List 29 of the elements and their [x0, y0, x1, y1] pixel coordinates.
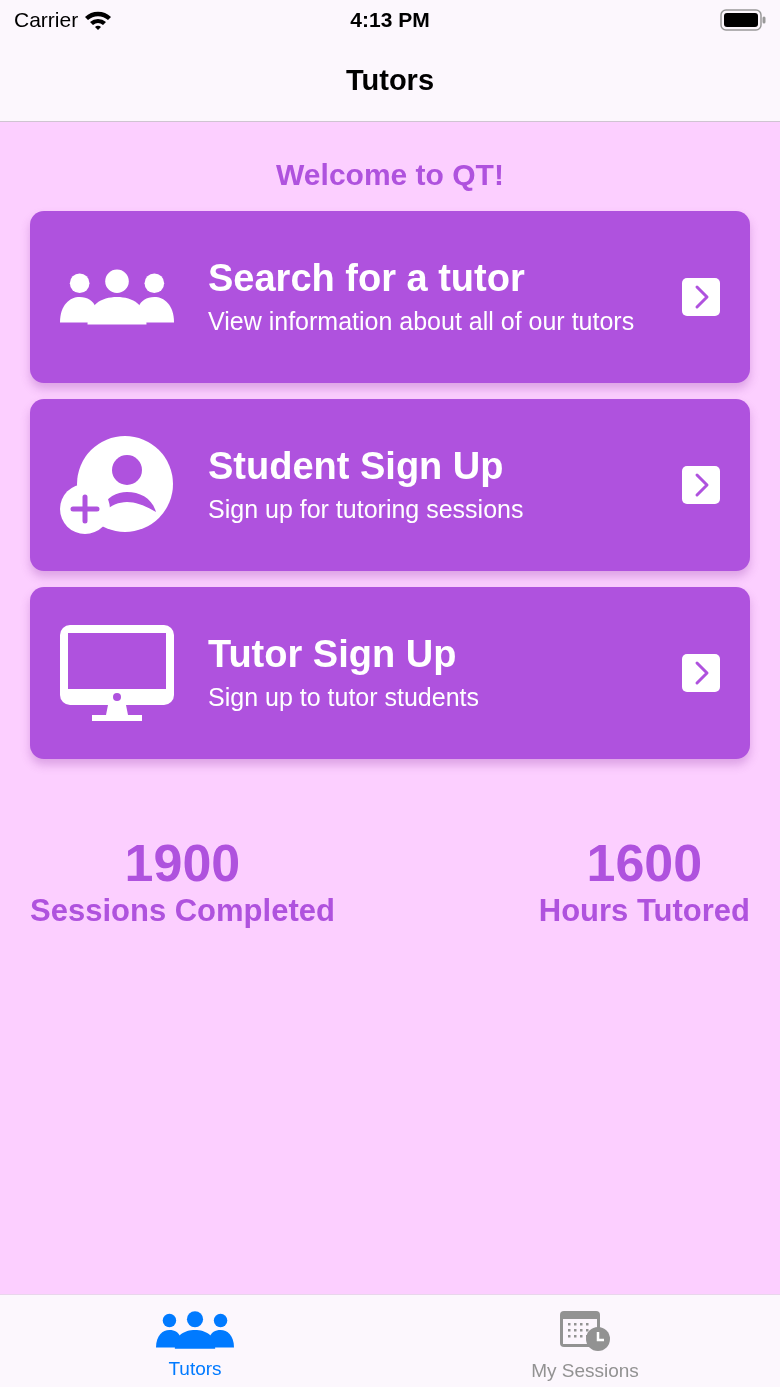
- nav-title: Tutors: [345, 62, 435, 98]
- group-icon: [60, 269, 174, 325]
- menu-card[interactable]: Student Sign Up Sign up for tutoring sessions: [30, 399, 750, 571]
- stat-label: Hours Tutored: [538, 893, 750, 929]
- person-add-icon: [60, 436, 174, 534]
- menu-card[interactable]: Search for a tutor View information about all of our tutors: [30, 211, 750, 383]
- chevron-right-icon: [682, 466, 720, 504]
- stat-value: 1900: [124, 833, 241, 893]
- calendar-clock-icon: [560, 1311, 610, 1351]
- card-subtitle: Sign up to tutor students: [208, 682, 480, 713]
- tab-item[interactable]: Tutors: [0, 1295, 390, 1387]
- wifi-icon: [84, 10, 113, 30]
- card-subtitle: Sign up for tutoring sessions: [208, 494, 525, 525]
- chevron-right-icon: [682, 278, 720, 316]
- monitor-icon: [60, 625, 174, 721]
- menu-card[interactable]: Tutor Sign Up Sign up to tutor students: [30, 587, 750, 759]
- clock-time: 4:13 PM: [350, 7, 430, 34]
- group-icon: [156, 1311, 234, 1349]
- stat-label: Sessions Completed: [30, 893, 335, 929]
- chevron-right-icon: [682, 654, 720, 692]
- card-title: Tutor Sign Up: [208, 632, 458, 677]
- card-subtitle: View information about all of our tutors: [208, 306, 636, 337]
- carrier-label: Carrier: [14, 7, 79, 34]
- welcome-heading: Welcome to QT!: [276, 158, 504, 191]
- battery-icon: [720, 9, 766, 31]
- card-title: Student Sign Up: [208, 444, 505, 489]
- stat-value: 1600: [586, 833, 703, 893]
- card-title: Search for a tutor: [208, 256, 526, 301]
- tab-item[interactable]: My Sessions: [390, 1295, 780, 1387]
